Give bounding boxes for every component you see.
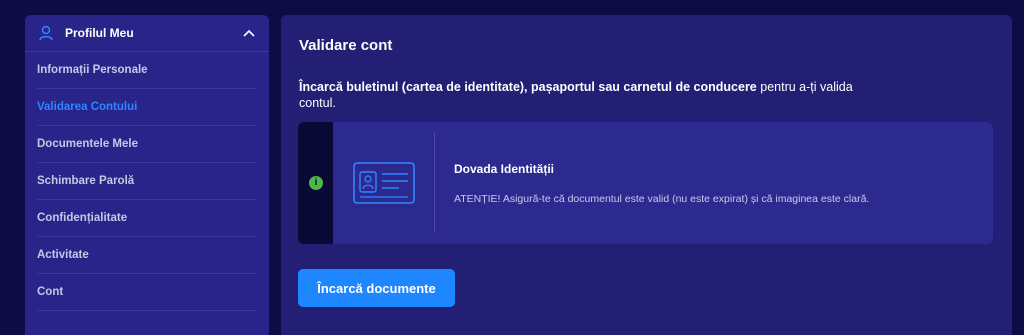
main-panel: Validare cont Încarcă buletinul (cartea …: [281, 15, 1012, 335]
card-title: Dovada Identității: [454, 162, 555, 176]
page-title: Validare cont: [299, 37, 393, 54]
sidebar-item-confidentialitate[interactable]: Confidențialitate: [37, 200, 257, 237]
sidebar-item-activitate[interactable]: Activitate: [37, 237, 257, 274]
card-divider: [434, 132, 435, 232]
sidebar-item-informatii-personale[interactable]: Informații Personale: [37, 52, 257, 89]
sidebar-header-title: Profilul Meu: [65, 26, 134, 40]
card-status-strip: i: [298, 122, 333, 244]
instructions-bold: Încarcă buletinul (cartea de identitate)…: [299, 80, 757, 94]
sidebar-item-cont[interactable]: Cont: [37, 274, 257, 311]
sidebar-item-validarea-contului[interactable]: Validarea Contului: [37, 89, 257, 126]
info-icon: i: [309, 176, 323, 190]
user-icon: [39, 25, 53, 41]
id-card-icon: [353, 162, 415, 204]
sidebar-header-profile[interactable]: Profilul Meu: [25, 15, 269, 52]
upload-documents-button[interactable]: Încarcă documente: [298, 269, 455, 307]
sidebar-item-schimbare-parola[interactable]: Schimbare Parolă: [37, 163, 257, 200]
chevron-up-icon[interactable]: [243, 29, 255, 37]
card-warning-text: ATENȚIE! Asigură-te că documentul este v…: [454, 193, 870, 205]
instructions-text: Încarcă buletinul (cartea de identitate)…: [299, 79, 859, 111]
identity-proof-card: i Dovada Identității ATENȚIE! Asigură-te…: [298, 122, 993, 244]
sidebar: Profilul Meu Informații Personale Valida…: [25, 15, 269, 335]
sidebar-item-documentele-mele[interactable]: Documentele Mele: [37, 126, 257, 163]
